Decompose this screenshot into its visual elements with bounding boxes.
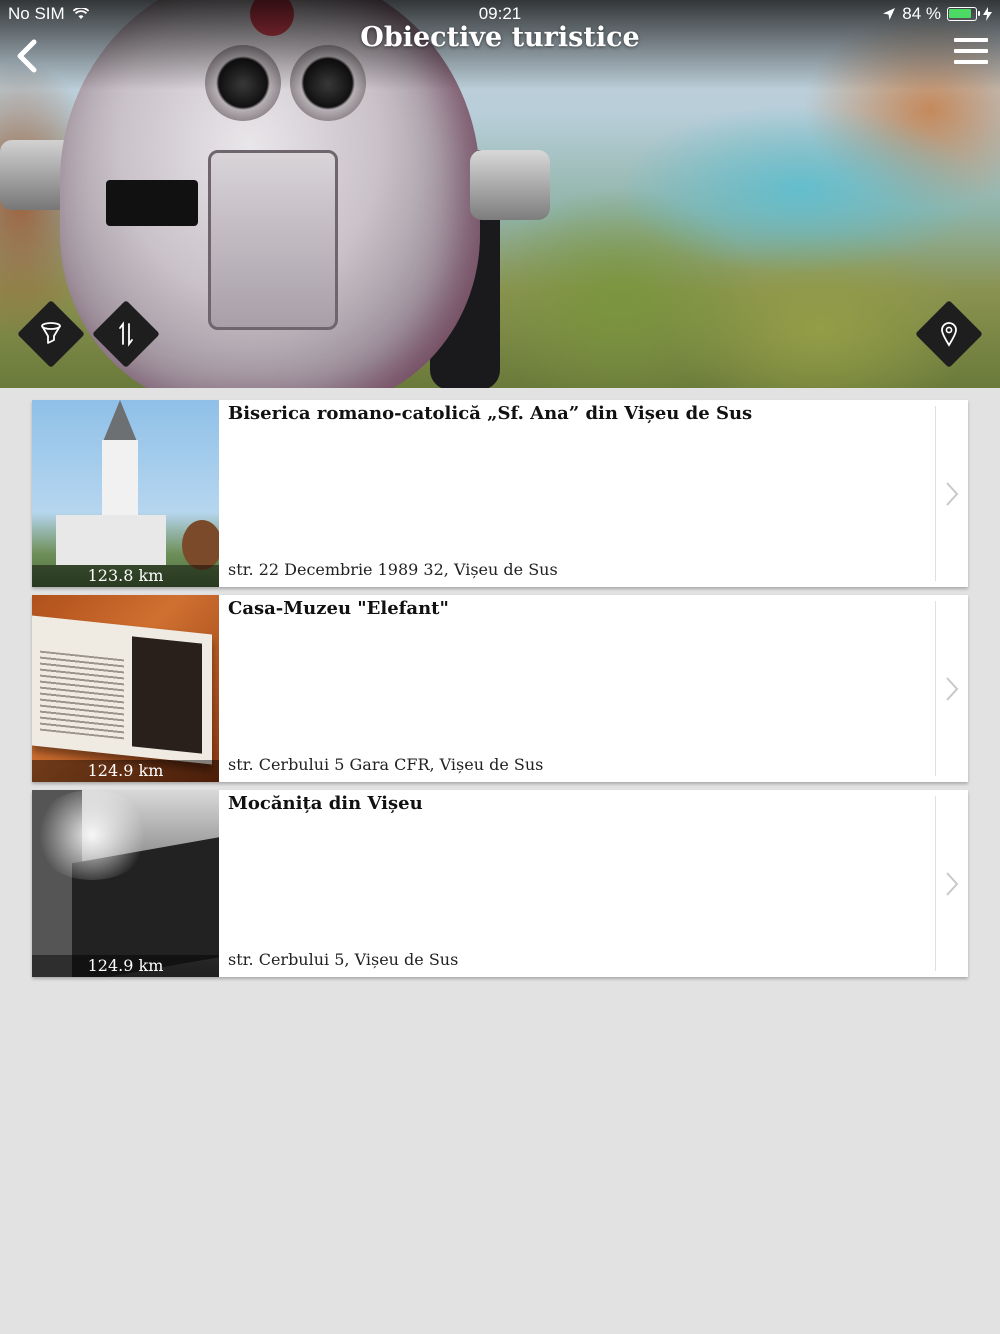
sort-button[interactable]: [92, 300, 160, 368]
distance-label: 124.9 km: [32, 760, 219, 782]
museum-portrait: [132, 636, 202, 754]
chevron-right-icon: [946, 482, 959, 506]
distance-label: 124.9 km: [32, 955, 219, 977]
battery-fill: [949, 9, 971, 18]
map-pin-icon: [941, 322, 957, 347]
church-photo: [32, 400, 219, 587]
filter-funnel-icon: [41, 322, 61, 344]
status-right: 84 %: [882, 4, 992, 24]
museum-text-lines: [40, 650, 124, 740]
attraction-thumbnail: 124.9 km: [32, 595, 219, 782]
attractions-list: 123.8 km Biserica romano-catolică „Sf. A…: [32, 400, 968, 985]
viewer-label-plate: [106, 180, 198, 226]
charging-bolt-icon: [983, 7, 992, 21]
chevron-right-icon: [946, 872, 959, 896]
viewer-handle-right: [470, 150, 550, 220]
hamburger-menu-icon: [954, 38, 988, 42]
attraction-title: Casa-Muzeu "Elefant": [228, 598, 449, 619]
map-button[interactable]: [915, 300, 983, 368]
attraction-title: Biserica romano-catolică „Sf. Ana” din V…: [228, 403, 753, 424]
menu-line: [954, 49, 988, 53]
sort-arrows-icon: [119, 321, 133, 347]
card-divider: [935, 796, 936, 971]
battery-icon: [947, 7, 980, 21]
page-title: Obiective turistice: [360, 22, 640, 53]
museum-photo: [32, 595, 219, 782]
menu-line: [954, 60, 988, 64]
attraction-title: Mocănița din Vișeu: [228, 793, 423, 814]
back-button[interactable]: [10, 36, 44, 76]
church-spire: [102, 400, 138, 444]
attraction-address: str. 22 Decembrie 1989 32, Vișeu de Sus: [228, 560, 558, 579]
attraction-address: str. Cerbului 5, Vișeu de Sus: [228, 950, 459, 969]
menu-button[interactable]: [954, 38, 988, 66]
viewer-coin-plate: [208, 150, 338, 330]
list-item[interactable]: 124.9 km Casa-Muzeu "Elefant" str. Cerbu…: [32, 595, 968, 782]
chevron-right-icon: [946, 677, 959, 701]
attraction-thumbnail: 124.9 km: [32, 790, 219, 977]
card-divider: [935, 406, 936, 581]
status-time: 09:21: [478, 4, 522, 23]
attraction-thumbnail: 123.8 km: [32, 400, 219, 587]
church-nave: [56, 515, 166, 565]
list-item[interactable]: 123.8 km Biserica romano-catolică „Sf. A…: [32, 400, 968, 587]
attraction-address: str. Cerbului 5 Gara CFR, Vișeu de Sus: [228, 755, 544, 774]
location-arrow-icon: [883, 8, 896, 20]
battery-percent: 84 %: [902, 4, 941, 23]
distance-label: 123.8 km: [32, 565, 219, 587]
train-photo: [32, 790, 219, 977]
list-item[interactable]: 124.9 km Mocănița din Vișeu str. Cerbulu…: [32, 790, 968, 977]
church-tree: [182, 520, 219, 570]
filter-button[interactable]: [17, 300, 85, 368]
chevron-left-icon: [17, 39, 37, 73]
card-divider: [935, 601, 936, 776]
train-steam: [32, 790, 152, 880]
